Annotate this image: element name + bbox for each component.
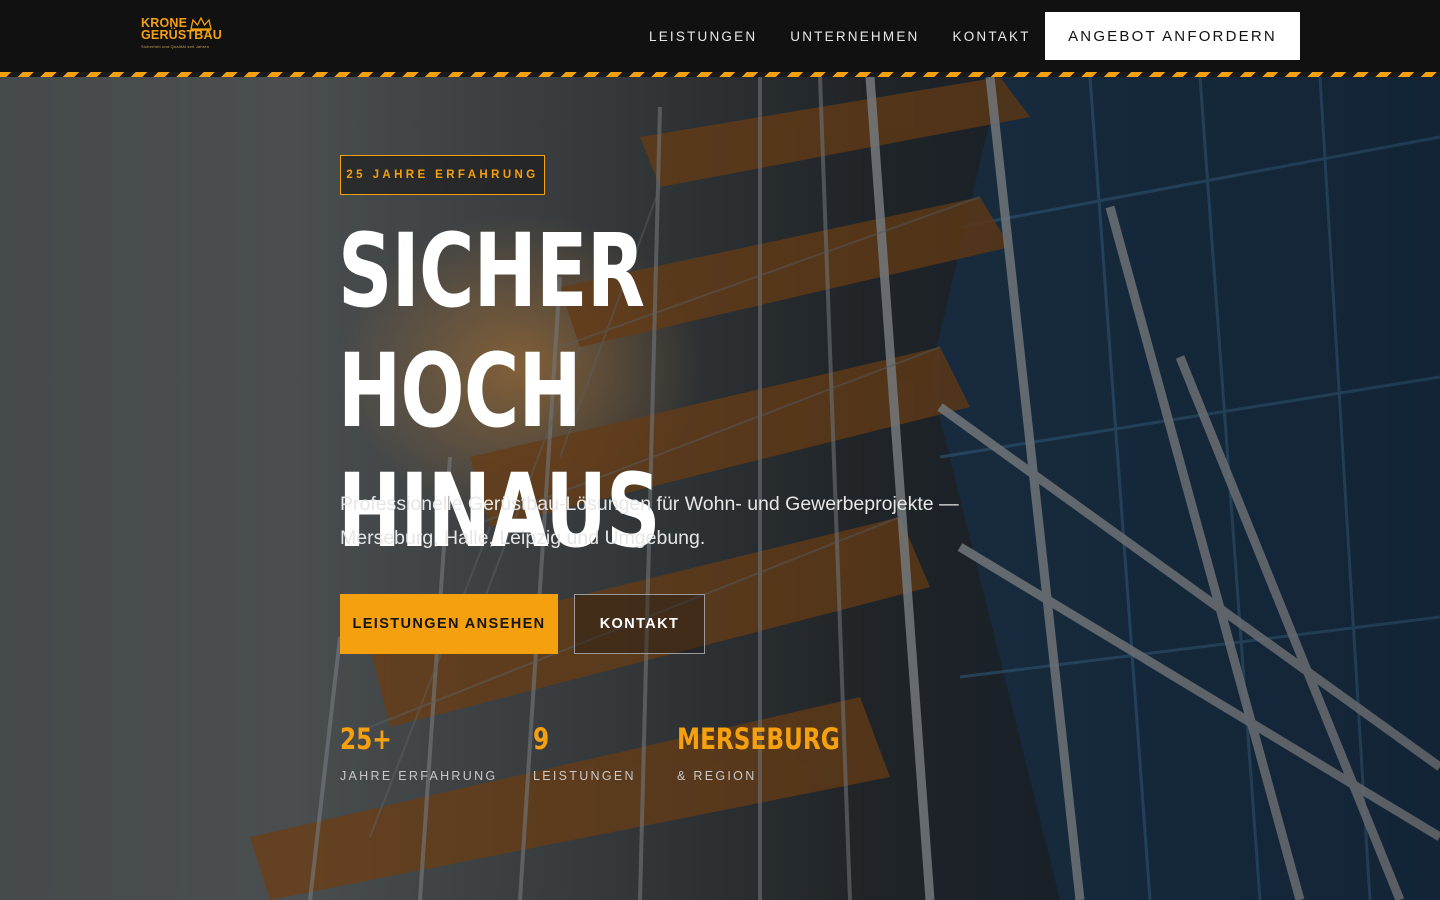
stat-label: & REGION: [677, 769, 757, 783]
hazard-stripe-divider: [0, 72, 1440, 77]
logo-tagline: Sicherheit und Qualität seit Jahren: [141, 44, 210, 49]
logo-text-line2: GERÜSTBAU: [141, 28, 222, 42]
contact-button[interactable]: KONTAKT: [574, 594, 705, 654]
stat-region: MERSEBURG & REGION: [677, 722, 880, 783]
nav-item-unternehmen[interactable]: UNTERNEHMEN: [790, 29, 919, 44]
nav-item-kontakt[interactable]: KONTAKT: [952, 29, 1030, 44]
stat-services: 9 LEISTUNGEN: [533, 722, 636, 783]
hero-headline-line1: SICHER HOCH: [338, 212, 645, 451]
logo[interactable]: KRONE GERÜSTBAU Sicherheit und Qualität …: [141, 17, 231, 55]
stat-label: JAHRE ERFAHRUNG: [340, 769, 498, 783]
crown-icon: [190, 17, 212, 31]
hero-subtext: Professionelle Gerüstbau-Lösungen für Wo…: [340, 493, 959, 549]
stat-value: MERSEBURG: [677, 722, 840, 756]
stat-value: 9: [533, 722, 550, 756]
view-services-button[interactable]: LEISTUNGEN ANSEHEN: [340, 594, 558, 654]
request-quote-button[interactable]: ANGEBOT ANFORDERN: [1045, 12, 1300, 60]
experience-badge: 25 JAHRE ERFAHRUNG: [340, 155, 545, 195]
nav-item-leistungen[interactable]: LEISTUNGEN: [649, 29, 757, 44]
stat-value: 25+: [340, 722, 392, 756]
stat-label: LEISTUNGEN: [533, 769, 636, 783]
stat-experience: 25+ JAHRE ERFAHRUNG: [340, 722, 497, 783]
main-nav: LEISTUNGEN UNTERNEHMEN KONTAKT: [649, 0, 1064, 72]
site-header: KRONE GERÜSTBAU Sicherheit und Qualität …: [0, 0, 1440, 72]
